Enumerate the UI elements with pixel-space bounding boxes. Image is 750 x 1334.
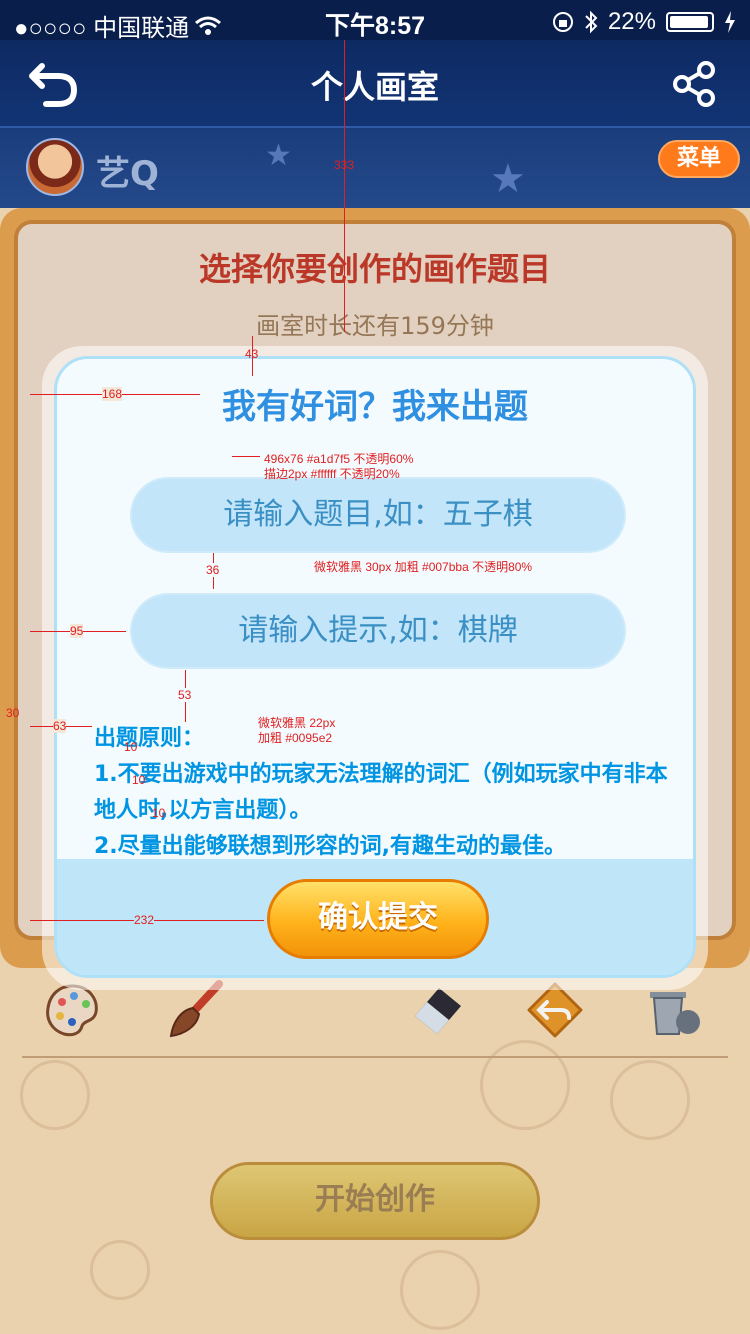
dim-label: 333 [334,158,355,172]
star-decoration-icon: ★ [490,156,526,202]
avatar[interactable] [26,138,84,196]
star-decoration-icon: ★ [265,138,292,173]
dim-label: 232 [134,913,155,927]
bluetooth-icon [585,10,598,34]
rotation-lock-icon [552,12,573,32]
page-title: 个人画室 [310,68,439,106]
dim-label: 53 [178,688,192,702]
dim-label: 30 [6,706,20,720]
dim-label: 10 [124,740,138,754]
battery-percent: 22% [607,8,656,35]
dim-label: 10 [132,773,146,787]
dim-label: 95 [70,624,84,638]
battery-icon [666,12,714,32]
dim-label: 10 [152,806,166,820]
status-bar: ●○○○○ 中国联通 下午8:57 22% [0,0,750,42]
dim-label: 63 [53,719,67,733]
charging-icon [725,11,735,33]
user-name: 艺Q [96,154,159,194]
share-icon[interactable] [670,60,718,108]
confirm-submit-button[interactable]: 确认提交 [267,879,489,959]
dialog-title: 我有好词？我来出题 [222,387,528,427]
hint-input[interactable]: 请输入提示,如：棋牌 [130,593,626,669]
rule-item-2: 2.尽量出能够联想到形容的词,有趣生动的最佳。 [94,834,567,859]
rules-text: 出题原则： 1.不要出游戏中的玩家无法理解的词汇（例如玩家中有非本地人时,以方言… [94,721,674,865]
dim-label: 43 [245,347,259,361]
user-bar: 艺Q ★ ★ 菜单 [0,128,750,208]
rules-heading: 出题原则： [94,726,205,751]
spec-note: 加粗 #0095e2 [258,731,333,745]
status-right: 22% [552,8,736,36]
dim-label: 168 [102,387,123,401]
dim-line [344,40,345,332]
topic-input[interactable]: 请输入题目,如：五子棋 [130,477,626,553]
spec-note: 微软雅黑 30px 加粗 #007bba 不透明80% [314,560,533,574]
dim-label: 36 [206,563,220,577]
nav-bar: 个人画室 [0,40,750,128]
spec-note: 描边2px #ffffff 不透明20% [264,467,400,481]
rule-item-1: 1.不要出游戏中的玩家无法理解的词汇（例如玩家中有非本地人时,以方言出题）。 [94,762,668,823]
dim-line [232,456,260,457]
menu-button[interactable]: 菜单 [658,140,740,178]
